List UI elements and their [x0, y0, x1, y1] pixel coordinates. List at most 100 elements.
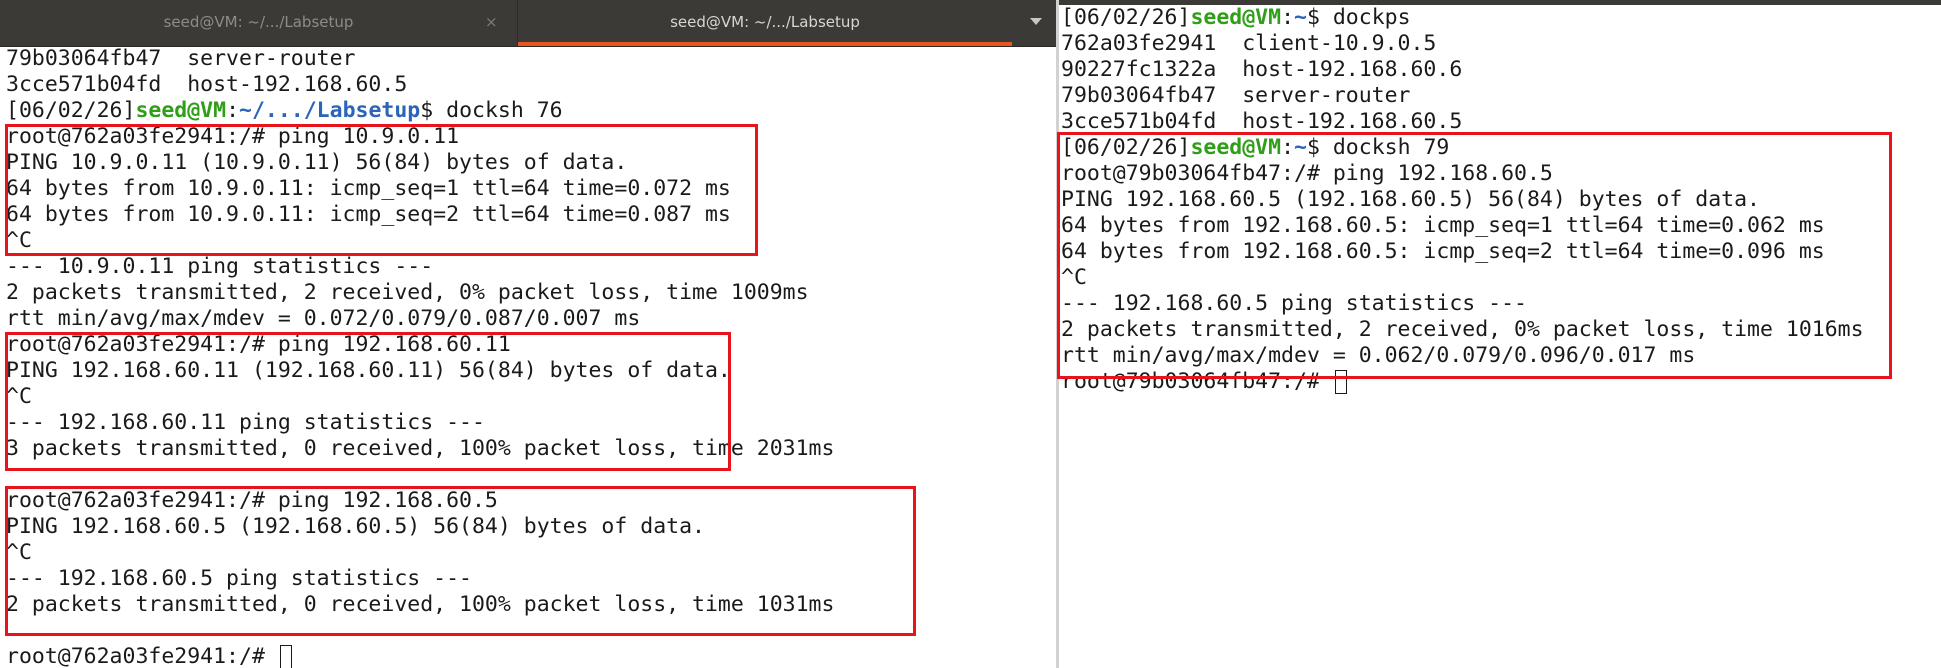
terminal-line-text: 3cce571b04fd host-192.168.60.5	[1061, 109, 1463, 134]
terminal-line: PING 192.168.60.5 (192.168.60.5) 56(84) …	[1061, 187, 1760, 213]
terminal-line-text: rtt min/avg/max/mdev = 0.072/0.079/0.087…	[6, 306, 641, 331]
tab-title: seed@VM: ~/.../Labsetup	[163, 13, 354, 31]
terminal-line-text: 79b03064fb47 server-router	[6, 46, 356, 71]
terminal-line-text: PING 192.168.60.5 (192.168.60.5) 56(84) …	[1061, 187, 1760, 212]
terminal-line: root@79b03064fb47:/#	[1061, 369, 1347, 395]
terminal-line-text: ^C	[6, 540, 32, 565]
terminal-line: root@79b03064fb47:/# ping 192.168.60.5	[1061, 161, 1553, 187]
prompt-date: [06/02/26]	[1061, 135, 1191, 160]
terminal-line-text: root@762a03fe2941:/# ping 192.168.60.5	[6, 488, 498, 513]
prompt-symbol: $	[1306, 5, 1320, 30]
terminal-line: --- 192.168.60.5 ping statistics ---	[6, 566, 472, 592]
terminal-line-text: 2 packets transmitted, 2 received, 0% pa…	[1061, 317, 1864, 342]
terminal-line: --- 192.168.60.11 ping statistics ---	[6, 410, 485, 436]
prompt-date: [06/02/26]	[1061, 5, 1191, 30]
terminal-line: --- 10.9.0.11 ping statistics ---	[6, 254, 433, 280]
shell-prompt-line: [06/02/26]seed@VM:~$ dockps	[1061, 5, 1411, 31]
terminal-line: ^C	[6, 384, 32, 410]
terminal-line-text: 64 bytes from 10.9.0.11: icmp_seq=1 ttl=…	[6, 176, 731, 201]
tab-terminal-2[interactable]: seed@VM: ~/.../Labsetup	[518, 0, 1012, 46]
terminal-line-text: root@762a03fe2941:/# ping 10.9.0.11	[6, 124, 460, 149]
terminal-line: 3cce571b04fd host-192.168.60.5	[6, 72, 407, 98]
terminal-line-text: 90227fc1322a host-192.168.60.6	[1061, 57, 1463, 82]
tab-terminal-1[interactable]: seed@VM: ~/.../Labsetup ×	[0, 0, 518, 46]
terminal-line-text: ^C	[1061, 265, 1087, 290]
prompt-symbol: $	[420, 98, 434, 123]
terminal-line: 762a03fe2941 client-10.9.0.5	[1061, 31, 1436, 57]
terminal-line-text: --- 192.168.60.5 ping statistics ---	[6, 566, 472, 591]
terminal-line: ^C	[6, 228, 32, 254]
terminal-line: 3cce571b04fd host-192.168.60.5	[1061, 109, 1462, 135]
terminal-line: 2 packets transmitted, 2 received, 0% pa…	[6, 280, 809, 306]
terminal-line: PING 10.9.0.11 (10.9.0.11) 56(84) bytes …	[6, 150, 627, 176]
terminal-line-text: PING 192.168.60.5 (192.168.60.5) 56(84) …	[6, 514, 705, 539]
terminal-line-text: --- 192.168.60.5 ping statistics ---	[1061, 291, 1527, 316]
prompt-symbol: $	[1306, 135, 1320, 160]
right-terminal-window[interactable]: [06/02/26]seed@VM:~$ dockps 762a03fe2941 …	[1059, 0, 1941, 668]
shell-prompt-line: [06/02/26]seed@VM:~/.../Labsetup$ docksh…	[6, 98, 563, 124]
terminal-line-text: root@79b03064fb47:/#	[1061, 369, 1333, 394]
terminal-line: ^C	[1061, 265, 1087, 291]
prompt-user: seed@VM	[1190, 135, 1282, 160]
terminal-line-text: ^C	[6, 228, 32, 253]
terminal-line-text: root@762a03fe2941:/# ping 192.168.60.11	[6, 332, 511, 357]
terminal-line-text: 79b03064fb47 server-router	[1061, 83, 1411, 108]
prompt-separator: :	[226, 98, 240, 123]
terminal-line-text: ^C	[6, 384, 32, 409]
terminal-line: 79b03064fb47 server-router	[6, 46, 356, 72]
cursor	[1334, 370, 1347, 394]
terminal-line: root@762a03fe2941:/# ping 192.168.60.11	[6, 332, 511, 358]
terminal-line-text: 3cce571b04fd host-192.168.60.5	[6, 72, 408, 97]
terminal-line-text: PING 192.168.60.11 (192.168.60.11) 56(84…	[6, 358, 731, 383]
terminal-output[interactable]: [06/02/26]seed@VM:~$ dockps 762a03fe2941 …	[1061, 5, 1939, 668]
close-icon[interactable]: ×	[485, 13, 498, 31]
shell-prompt-line: [06/02/26]seed@VM:~$ docksh 79	[1061, 135, 1449, 161]
terminal-line: root@762a03fe2941:/# ping 192.168.60.5	[6, 488, 498, 514]
prompt-path: ~/.../Labsetup	[239, 98, 421, 123]
terminal-line-text: --- 10.9.0.11 ping statistics ---	[6, 254, 434, 279]
terminal-line: ^C	[6, 540, 32, 566]
prompt-path: ~	[1294, 135, 1307, 160]
left-terminal-window[interactable]: seed@VM: ~/.../Labsetup × seed@VM: ~/...…	[0, 0, 1056, 668]
terminal-line: root@762a03fe2941:/# ping 10.9.0.11	[6, 124, 459, 150]
terminal-line: rtt min/avg/max/mdev = 0.072/0.079/0.087…	[6, 306, 640, 332]
terminal-line-text: root@762a03fe2941:/#	[6, 644, 278, 668]
tab-title: seed@VM: ~/.../Labsetup	[670, 13, 860, 31]
prompt-path: ~	[1294, 5, 1307, 30]
terminal-line-text: --- 192.168.60.11 ping statistics ---	[6, 410, 485, 435]
terminal-line-text: 64 bytes from 192.168.60.5: icmp_seq=2 t…	[1061, 239, 1825, 264]
terminal-line: 90227fc1322a host-192.168.60.6	[1061, 57, 1462, 83]
terminal-output[interactable]: 79b03064fb47 server-router 3cce571b04fd h…	[6, 46, 1052, 668]
prompt-command: docksh 76	[433, 98, 563, 123]
terminal-line: 79b03064fb47 server-router	[1061, 83, 1411, 109]
prompt-user: seed@VM	[1190, 5, 1282, 30]
terminal-line-text: 3 packets transmitted, 0 received, 100% …	[6, 436, 835, 461]
terminal-line-text: 64 bytes from 192.168.60.5: icmp_seq=1 t…	[1061, 213, 1825, 238]
prompt-separator: :	[1281, 135, 1295, 160]
terminal-line-text: 64 bytes from 10.9.0.11: icmp_seq=2 ttl=…	[6, 202, 731, 227]
terminal-line: PING 192.168.60.11 (192.168.60.11) 56(84…	[6, 358, 731, 384]
prompt-date: [06/02/26]	[6, 98, 136, 123]
terminal-line: PING 192.168.60.5 (192.168.60.5) 56(84) …	[6, 514, 705, 540]
prompt-separator: :	[1281, 5, 1295, 30]
terminal-tab-bar: seed@VM: ~/.../Labsetup × seed@VM: ~/...…	[0, 0, 1056, 47]
terminal-line: 64 bytes from 192.168.60.5: icmp_seq=1 t…	[1061, 213, 1825, 239]
terminal-line-text: root@79b03064fb47:/# ping 192.168.60.5	[1061, 161, 1553, 186]
terminal-line: --- 192.168.60.5 ping statistics ---	[1061, 291, 1527, 317]
chevron-down-icon[interactable]	[1030, 18, 1042, 25]
prompt-command: docksh 79	[1319, 135, 1450, 160]
prompt-user: seed@VM	[135, 98, 227, 123]
cursor	[279, 645, 292, 668]
terminal-line: 2 packets transmitted, 0 received, 100% …	[6, 592, 834, 618]
terminal-line: 3 packets transmitted, 0 received, 100% …	[6, 436, 834, 462]
terminal-line-text: PING 10.9.0.11 (10.9.0.11) 56(84) bytes …	[6, 150, 628, 175]
prompt-command: dockps	[1319, 5, 1411, 30]
terminal-line: 64 bytes from 10.9.0.11: icmp_seq=2 ttl=…	[6, 202, 731, 228]
terminal-line: 64 bytes from 10.9.0.11: icmp_seq=1 ttl=…	[6, 176, 731, 202]
terminal-line: rtt min/avg/max/mdev = 0.062/0.079/0.096…	[1061, 343, 1695, 369]
terminal-line: 2 packets transmitted, 2 received, 0% pa…	[1061, 317, 1864, 343]
terminal-line-text: 762a03fe2941 client-10.9.0.5	[1061, 31, 1437, 56]
terminal-line-text: 2 packets transmitted, 0 received, 100% …	[6, 592, 835, 617]
terminal-line-text: 2 packets transmitted, 2 received, 0% pa…	[6, 280, 809, 305]
terminal-line: 64 bytes from 192.168.60.5: icmp_seq=2 t…	[1061, 239, 1825, 265]
